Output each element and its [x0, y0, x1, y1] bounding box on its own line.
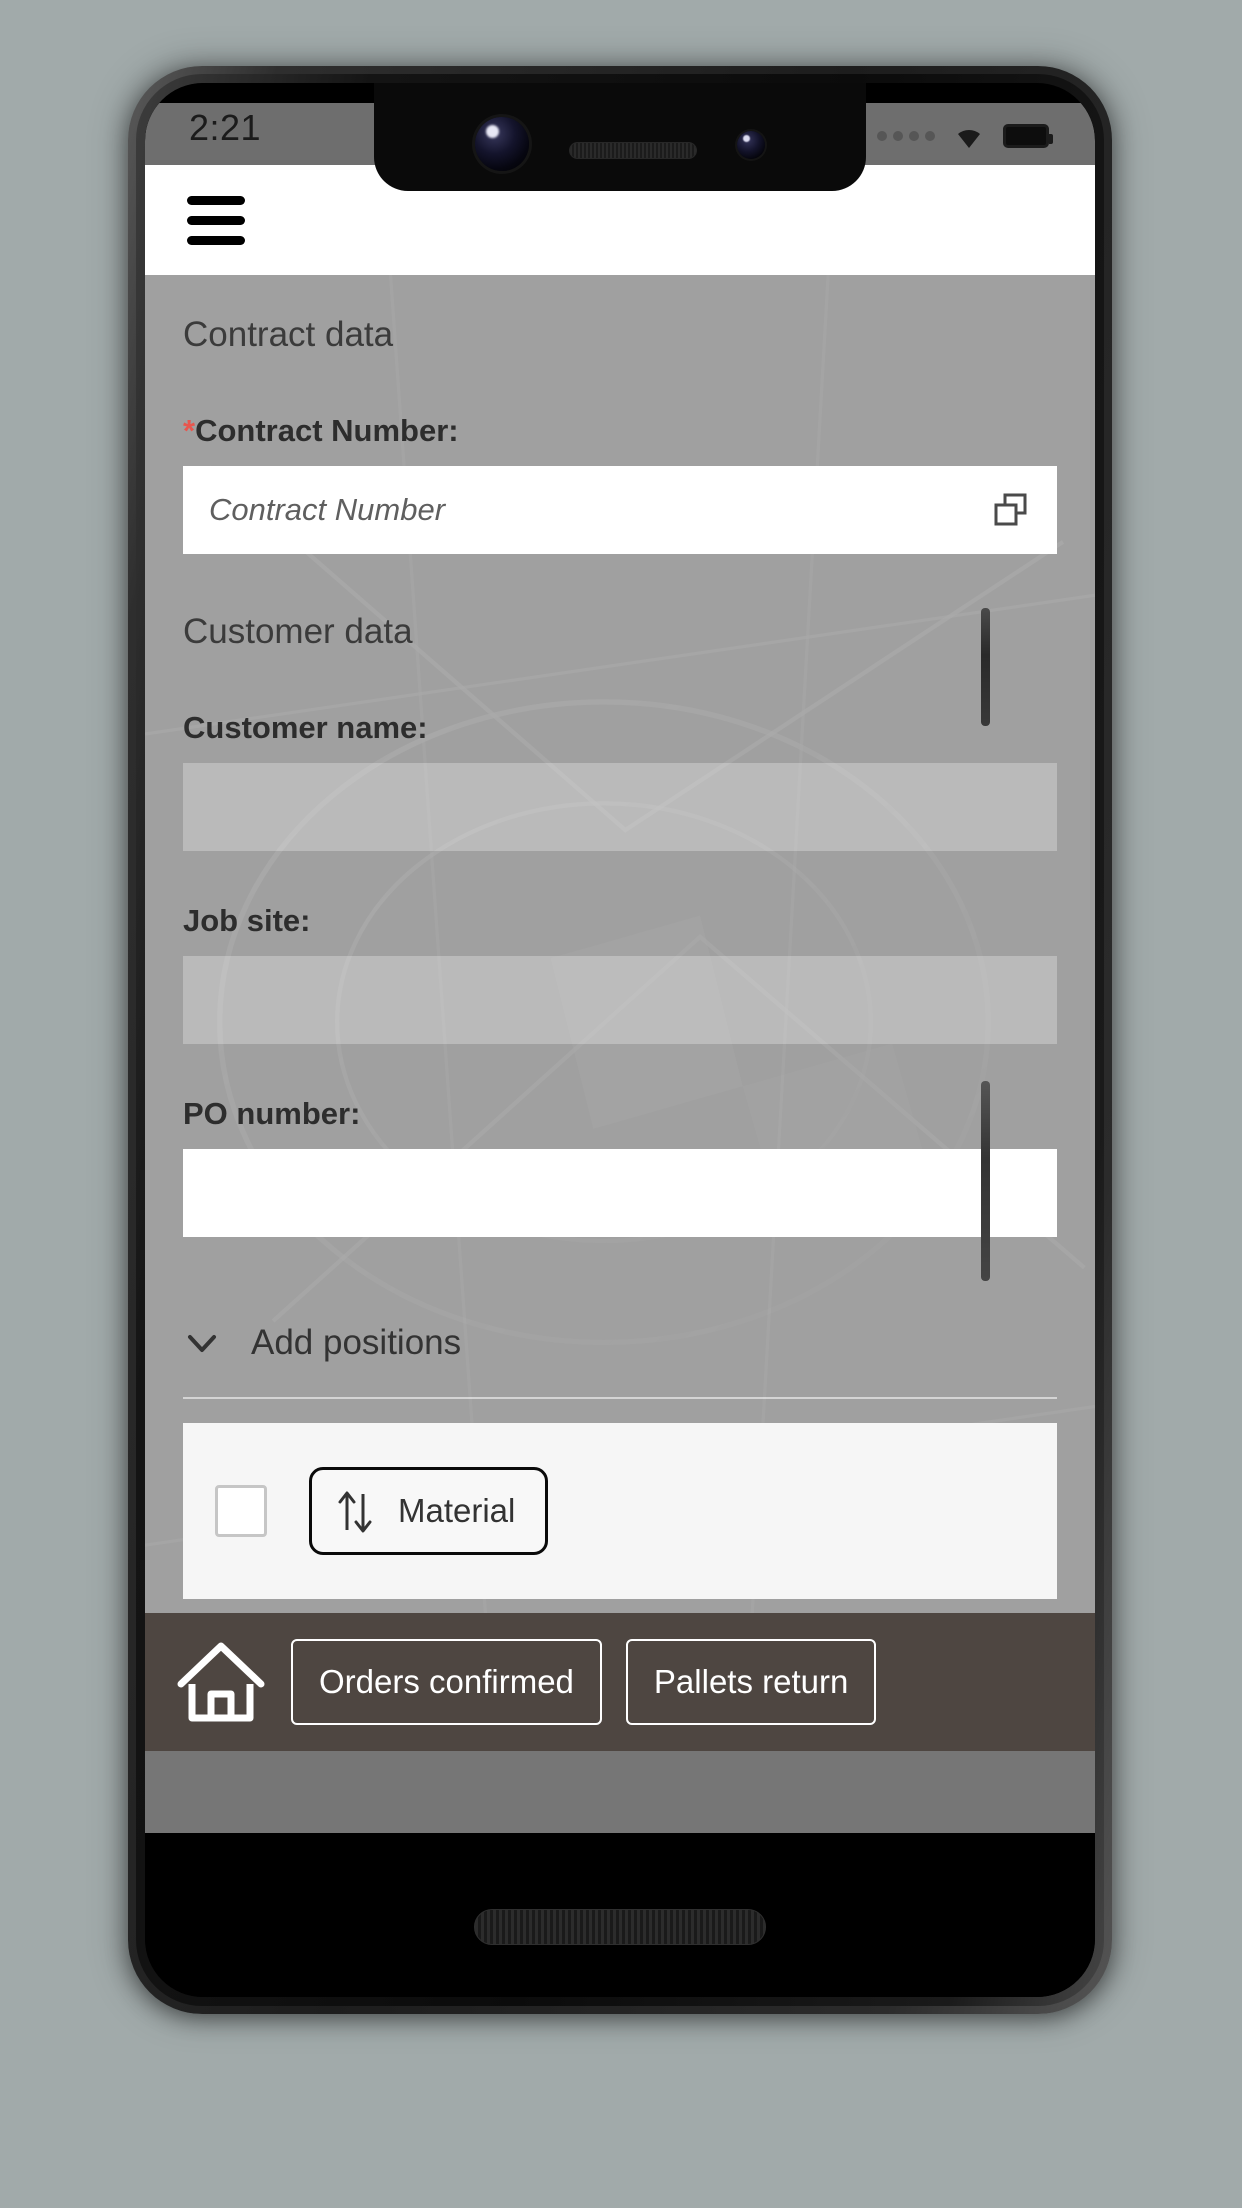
sort-material-button[interactable]: Material	[309, 1467, 549, 1555]
input-customer-name[interactable]	[183, 763, 1057, 851]
phone-frame-inner: 2:21 Contract data *Contract Number: Con…	[136, 74, 1104, 2006]
power-button[interactable]	[981, 608, 990, 726]
add-positions-toggle[interactable]: Add positions	[183, 1323, 1057, 1363]
bottom-toolbar: Orders confirmed Pallets return	[145, 1613, 1095, 1751]
chevron-down-icon	[183, 1324, 221, 1362]
label-job-site: Job site:	[183, 903, 311, 938]
position-row-checkbox[interactable]	[215, 1485, 267, 1537]
label-contract-number: *Contract Number:	[183, 413, 1057, 449]
position-row: Material	[183, 1423, 1057, 1599]
section-divider	[183, 1397, 1057, 1399]
value-help-icon[interactable]	[991, 490, 1031, 530]
phone-bezel: 2:21 Contract data *Contract Number: Con…	[145, 83, 1095, 1997]
orders-confirmed-button[interactable]: Orders confirmed	[291, 1639, 602, 1725]
bottom-speaker-grille	[474, 1909, 766, 1945]
pallets-return-button[interactable]: Pallets return	[625, 1639, 877, 1725]
sort-material-label: Material	[398, 1492, 516, 1529]
input-contract-number-placeholder: Contract Number	[209, 492, 446, 527]
phone-frame: 2:21 Contract data *Contract Number: Con…	[128, 66, 1112, 2014]
volume-rocker-button[interactable]	[981, 1081, 990, 1281]
input-contract-number[interactable]: Contract Number	[183, 466, 1057, 554]
android-navigation-bar	[145, 1751, 1095, 1833]
label-po-number: PO number:	[183, 1096, 361, 1131]
section-title-customer-data: Customer data	[183, 612, 413, 651]
form-content: Contract data *Contract Number: Contract…	[145, 275, 1095, 1685]
input-job-site[interactable]	[183, 956, 1057, 1044]
section-title-contract-data: Contract data	[183, 315, 394, 354]
status-bar-icons	[877, 121, 1053, 151]
wifi-icon	[949, 121, 989, 151]
phone-notch	[374, 83, 866, 191]
app-viewport: Contract data *Contract Number: Contract…	[145, 165, 1095, 1685]
required-asterisk: *	[183, 413, 196, 448]
secondary-camera-icon	[737, 131, 765, 159]
label-contract-number-text: Contract Number:	[195, 413, 459, 448]
add-positions-label: Add positions	[251, 1323, 462, 1362]
earpiece-speaker	[569, 141, 697, 159]
status-bar-clock: 2:21	[189, 107, 262, 148]
hamburger-menu-icon[interactable]	[183, 189, 253, 251]
input-po-number[interactable]	[183, 1149, 1057, 1237]
front-camera-icon	[475, 117, 529, 171]
battery-icon	[1003, 124, 1053, 148]
home-icon[interactable]	[175, 1640, 267, 1724]
signal-dots-icon	[877, 131, 935, 141]
label-customer-name: Customer name:	[183, 710, 428, 745]
sort-arrows-icon	[334, 1486, 376, 1536]
phone-screen: 2:21 Contract data *Contract Number: Con…	[145, 83, 1095, 1997]
